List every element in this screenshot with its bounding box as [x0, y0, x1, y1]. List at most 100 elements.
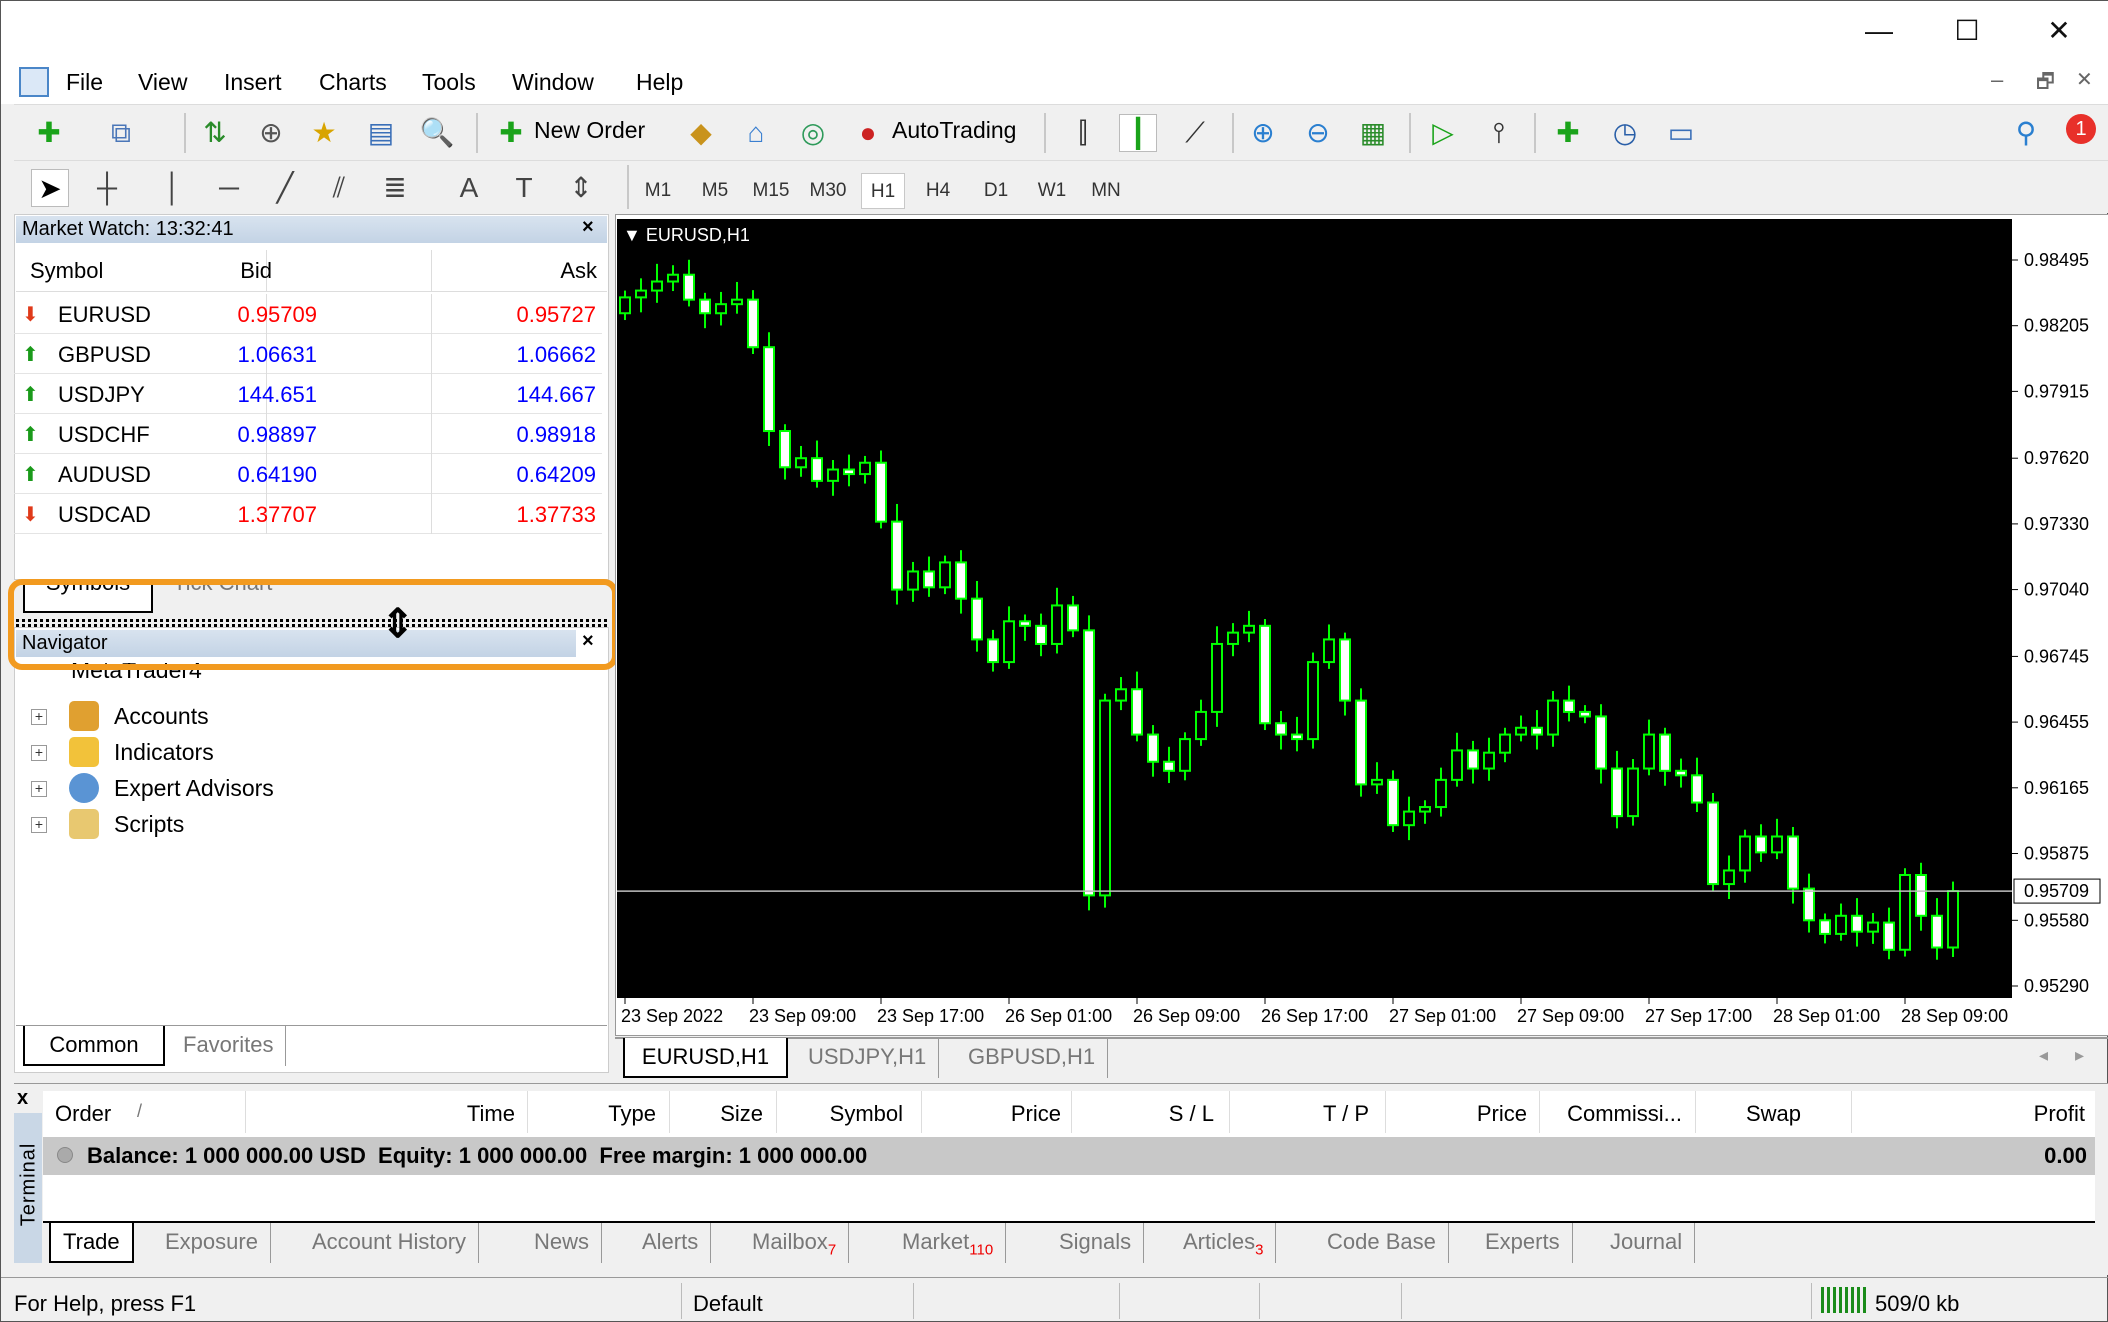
column-separator[interactable] [1385, 1091, 1386, 1133]
timeframe-w1[interactable]: W1 [1030, 173, 1074, 209]
expand-icon[interactable]: + [31, 709, 47, 725]
expand-icon[interactable]: + [31, 745, 47, 761]
indicators-icon[interactable]: ✚ [1549, 114, 1587, 152]
text-icon[interactable]: A [450, 169, 488, 207]
column-price[interactable]: Price [1477, 1101, 1527, 1127]
notification-badge[interactable]: 1 [2066, 114, 2096, 144]
timeframe-m30[interactable]: M30 [806, 173, 850, 209]
autotrading-button[interactable]: AutoTrading [892, 117, 1016, 144]
tab-favorites[interactable]: Favorites [171, 1026, 287, 1066]
terminal-icon[interactable]: ▤ [362, 114, 400, 152]
column-order[interactable]: Order [55, 1101, 111, 1127]
line-chart-icon[interactable]: ⟋ [1176, 114, 1214, 152]
column-separator[interactable] [527, 1091, 528, 1133]
column-ask[interactable]: Ask [560, 258, 597, 284]
inner-minimize-button[interactable]: – [1991, 67, 2003, 93]
market-icon[interactable]: ◎ [794, 114, 832, 152]
column-price[interactable]: Price [1011, 1101, 1061, 1127]
column-separator[interactable] [1695, 1091, 1696, 1133]
column-size[interactable]: Size [720, 1101, 763, 1127]
column-s-l[interactable]: S / L [1169, 1101, 1214, 1127]
arrows-icon[interactable]: ⇕ [562, 169, 600, 207]
column-separator[interactable] [776, 1091, 777, 1133]
inner-restore-button[interactable]: 🗗 [2036, 67, 2055, 101]
strategy-tester-icon[interactable]: 🔍 [418, 114, 456, 152]
terminal-tab-mailbox[interactable]: Mailbox7 [740, 1223, 850, 1263]
navigator-icon[interactable]: ★ [305, 114, 343, 152]
minimize-button[interactable]: — [1849, 9, 1909, 53]
chart-tab-gbpusd[interactable]: GBPUSD,H1 [956, 1038, 1109, 1078]
tile-windows-icon[interactable]: ▦ [1354, 114, 1392, 152]
profiles-icon[interactable]: ⧉ [102, 114, 140, 152]
cursor-icon[interactable]: ➤ [31, 169, 69, 207]
timeframe-m1[interactable]: M1 [636, 173, 680, 209]
search-icon[interactable]: ⚲ [2007, 114, 2045, 152]
text-label-icon[interactable]: T [505, 169, 543, 207]
zoom-in-icon[interactable]: ⊕ [1244, 114, 1282, 152]
column-separator[interactable] [1071, 1091, 1072, 1133]
timeframe-m5[interactable]: M5 [693, 173, 737, 209]
terminal-tab-exposure[interactable]: Exposure [153, 1223, 271, 1263]
terminal-tab-signals[interactable]: Signals [1047, 1223, 1145, 1263]
terminal-tab-account-history[interactable]: Account History [300, 1223, 480, 1263]
fibonacci-icon[interactable]: ≣ [376, 169, 414, 207]
menu-file[interactable]: File [66, 69, 103, 96]
horizontal-line-icon[interactable]: ─ [210, 169, 248, 207]
timeframe-h1[interactable]: H1 [861, 173, 905, 209]
terminal-tab-experts[interactable]: Experts [1473, 1223, 1573, 1263]
price-chart[interactable]: 0.98495 0.98205 0.97915 0.97620 0.97330 0.970… [615, 214, 2108, 1036]
menu-help[interactable]: Help [636, 69, 683, 96]
chart-tab-usdjpy[interactable]: USDJPY,H1 [796, 1038, 940, 1078]
column-swap[interactable]: Swap [1746, 1101, 1801, 1127]
menu-view[interactable]: View [138, 69, 187, 96]
market-watch-close-button[interactable]: × [582, 216, 594, 239]
column-t-p[interactable]: T / P [1323, 1101, 1369, 1127]
column-symbol[interactable]: Symbol [30, 258, 103, 284]
periods-icon[interactable]: ◷ [1606, 114, 1644, 152]
connection-status-icon[interactable] [1821, 1287, 1869, 1313]
new-order-button[interactable]: New Order [534, 117, 645, 144]
market-watch-row[interactable]: ⬆ GBPUSD 1.06631 1.06662 [14, 334, 602, 374]
column-separator[interactable] [1229, 1091, 1230, 1133]
market-watch-icon[interactable]: ⇅ [196, 114, 234, 152]
tab-common[interactable]: Common [23, 1026, 165, 1066]
data-window-icon[interactable]: ⊕ [252, 114, 290, 152]
market-watch-row[interactable]: ⬇ EURUSD 0.95709 0.95727 [14, 294, 602, 334]
menu-tools[interactable]: Tools [422, 69, 476, 96]
column-separator[interactable] [245, 1091, 246, 1133]
column-type[interactable]: Type [608, 1101, 656, 1127]
timeframe-mn[interactable]: MN [1084, 173, 1128, 209]
market-watch-row[interactable]: ⬆ USDCHF 0.98897 0.98918 [14, 414, 602, 454]
close-button[interactable]: ✕ [2029, 9, 2089, 53]
templates-icon[interactable]: ▭ [1662, 114, 1700, 152]
scroll-left-icon[interactable]: ◂ [2039, 1045, 2048, 1066]
chart-tab-eurusd[interactable]: EURUSD,H1 [623, 1038, 788, 1078]
menu-window[interactable]: Window [512, 69, 594, 96]
column-profit[interactable]: Profit [2034, 1101, 2085, 1127]
terminal-tab-journal[interactable]: Journal [1598, 1223, 1696, 1263]
terminal-close-button[interactable]: x [17, 1087, 28, 1110]
terminal-tab-alerts[interactable]: Alerts [630, 1223, 712, 1263]
equidistant-channel-icon[interactable]: ⫽ [320, 169, 358, 207]
column-separator[interactable] [1851, 1091, 1852, 1133]
column-time[interactable]: Time [467, 1101, 515, 1127]
candlestick-icon[interactable]: ┃ [1119, 114, 1157, 152]
crosshair-icon[interactable]: ┼ [88, 169, 126, 207]
market-watch-row[interactable]: ⬇ USDCAD 1.37707 1.37733 [14, 494, 602, 534]
market-watch-row[interactable]: ⬆ USDJPY 144.651 144.667 [14, 374, 602, 414]
timeframe-m15[interactable]: M15 [749, 173, 793, 209]
menu-charts[interactable]: Charts [319, 69, 387, 96]
new-order-icon[interactable]: ✚ [492, 114, 530, 152]
menu-insert[interactable]: Insert [224, 69, 282, 96]
terminal-tab-trade[interactable]: Trade [49, 1223, 134, 1263]
terminal-tab-market[interactable]: Market110 [890, 1223, 1007, 1263]
expand-icon[interactable]: + [31, 781, 47, 797]
vertical-line-icon[interactable]: │ [154, 169, 192, 207]
autoscroll-icon[interactable]: ⫯ [1480, 114, 1518, 152]
signals-icon[interactable]: ⌂ [737, 114, 775, 152]
column-separator[interactable] [669, 1091, 670, 1133]
terminal-tab-news[interactable]: News [522, 1223, 603, 1263]
zoom-out-icon[interactable]: ⊖ [1299, 114, 1337, 152]
column-separator[interactable] [1539, 1091, 1540, 1133]
terminal-tab-articles[interactable]: Articles3 [1171, 1223, 1277, 1263]
